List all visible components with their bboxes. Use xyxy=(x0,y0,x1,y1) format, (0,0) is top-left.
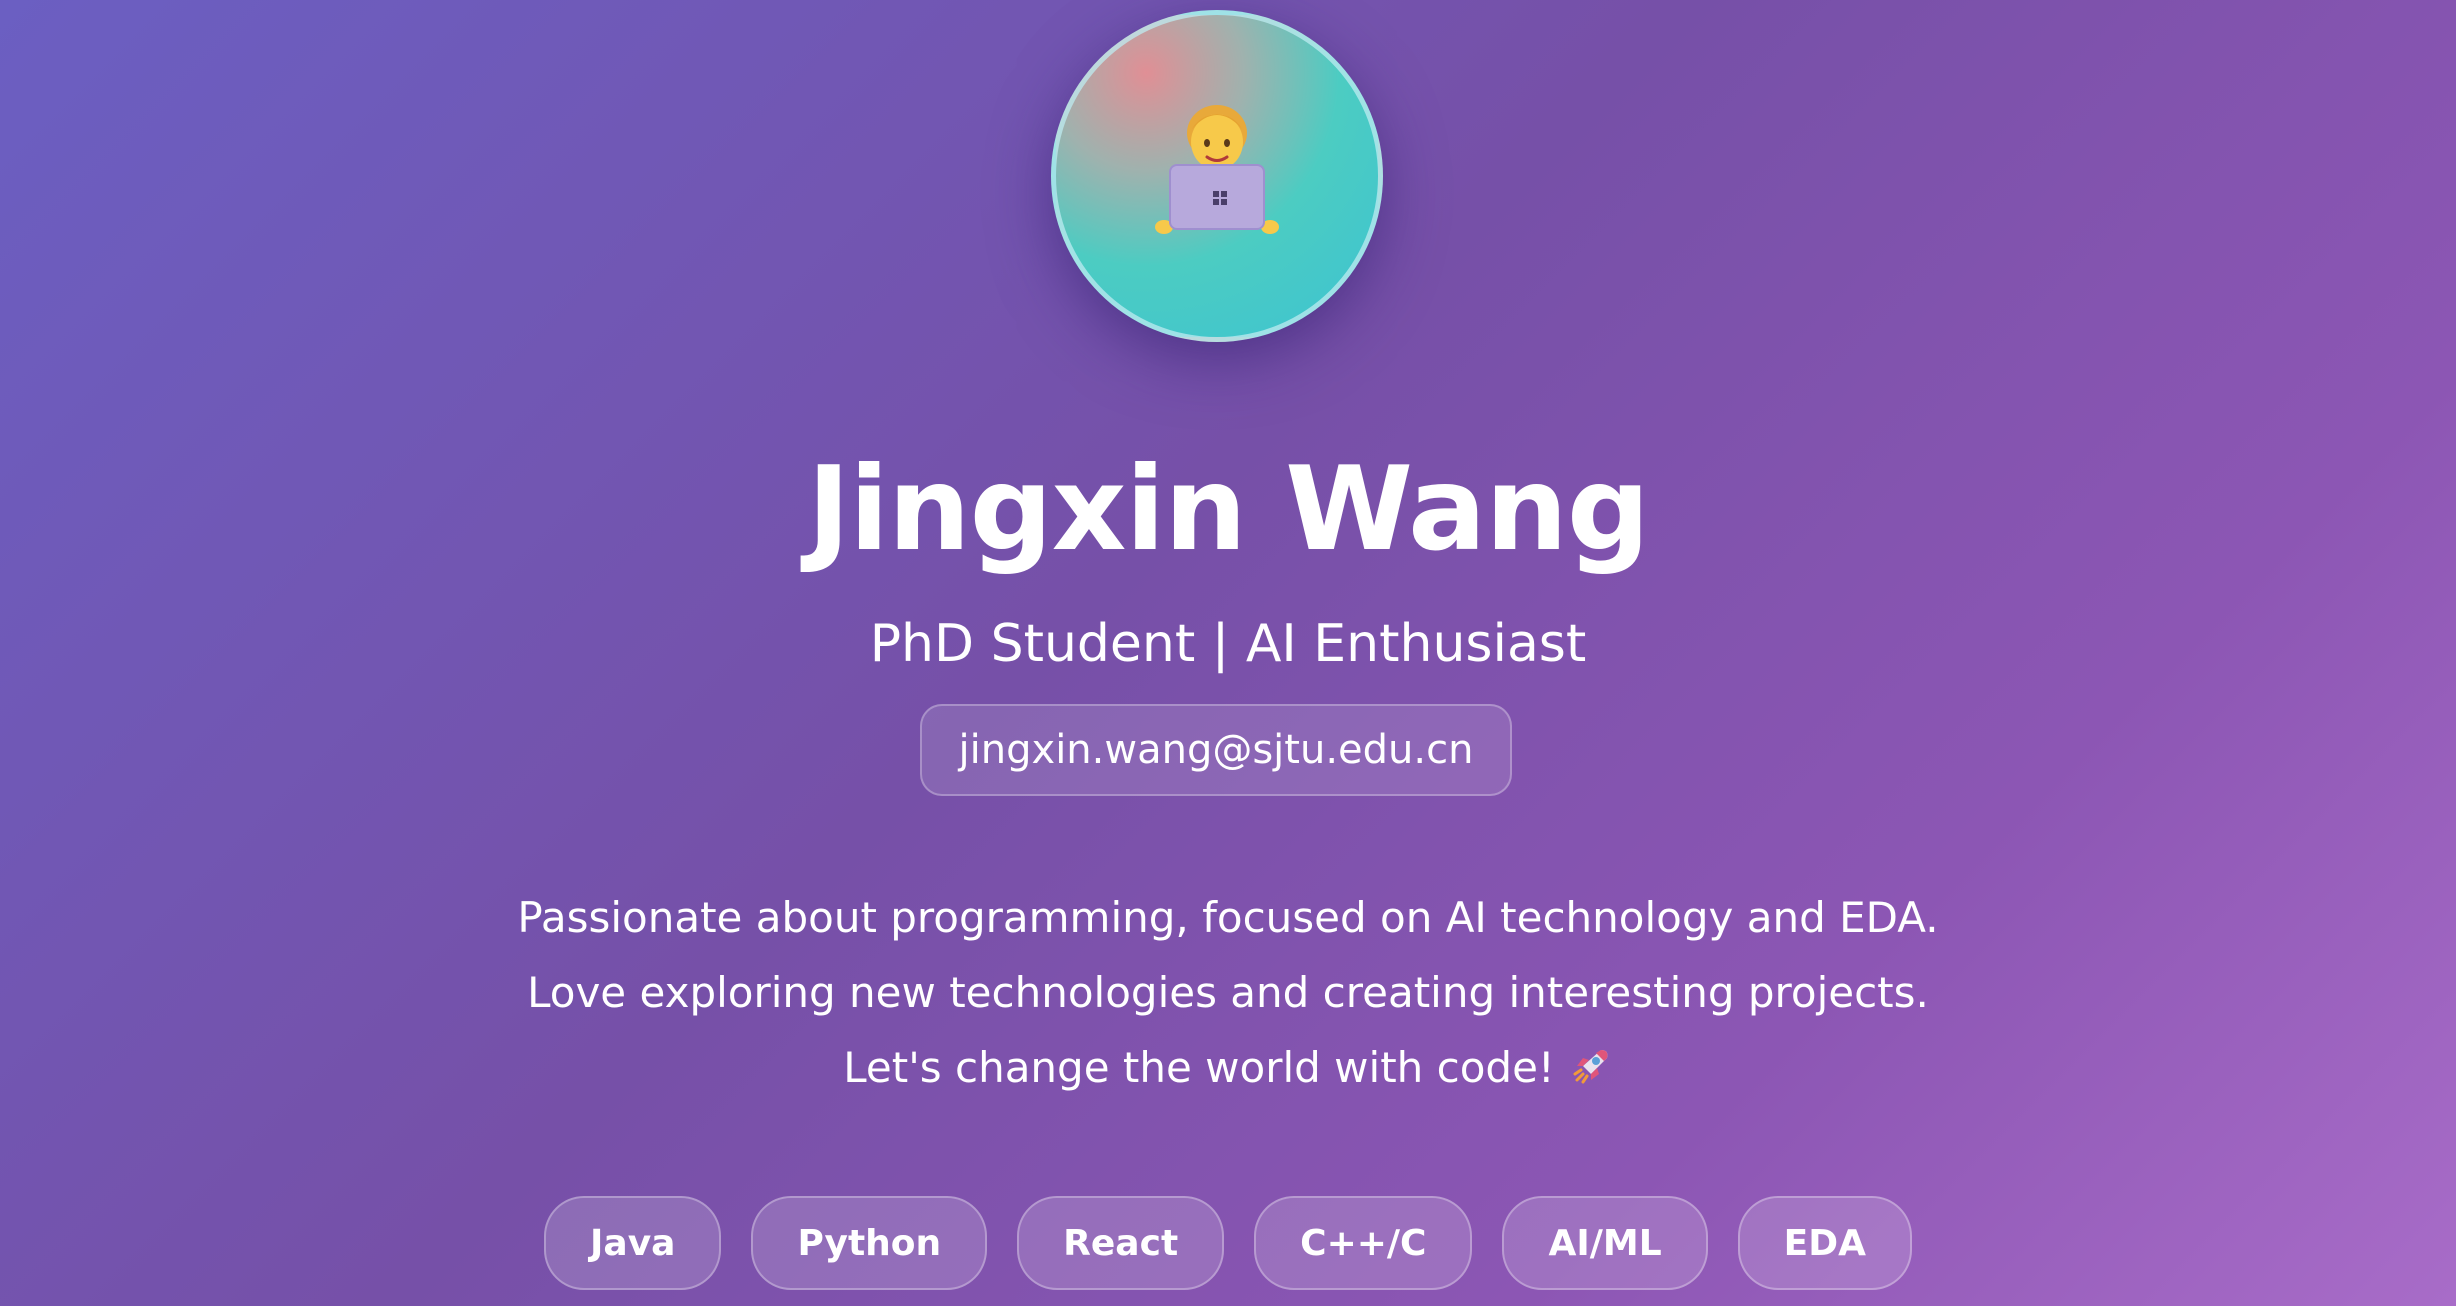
skill-tag-eda[interactable]: EDA xyxy=(1737,1196,1912,1290)
bio-line: Love exploring new technologies and crea… xyxy=(527,968,1929,1017)
bio: Passionate about programming, focused on… xyxy=(0,880,2456,1111)
bio-line: Let's change the world with code! xyxy=(843,1043,1555,1092)
profile-page: Jingxin Wang PhD Student | AI Enthusiast… xyxy=(0,0,2456,1306)
skill-tags: Java Python React C++/C AI/ML EDA xyxy=(0,1196,2456,1290)
skill-tag-react[interactable]: React xyxy=(1017,1196,1225,1290)
avatar xyxy=(1051,10,1383,342)
bio-line-last: Let's change the world with code! xyxy=(0,1030,2456,1111)
skill-tag-java[interactable]: Java xyxy=(544,1196,722,1290)
avatar-circle xyxy=(1051,10,1383,342)
skill-tag-ai-ml[interactable]: AI/ML xyxy=(1502,1196,1708,1290)
profile-subtitle: PhD Student | AI Enthusiast xyxy=(869,614,1587,674)
rocket-icon xyxy=(1569,1036,1613,1111)
skill-tag-python[interactable]: Python xyxy=(751,1196,988,1290)
bio-line: Passionate about programming, focused on… xyxy=(517,893,1939,942)
technologist-with-laptop-icon xyxy=(1155,105,1279,234)
skill-tag-cpp[interactable]: C++/C xyxy=(1254,1196,1473,1290)
profile-name: Jingxin Wang xyxy=(807,442,1650,577)
email-link[interactable]: jingxin.wang@sjtu.edu.cn xyxy=(920,704,1512,796)
